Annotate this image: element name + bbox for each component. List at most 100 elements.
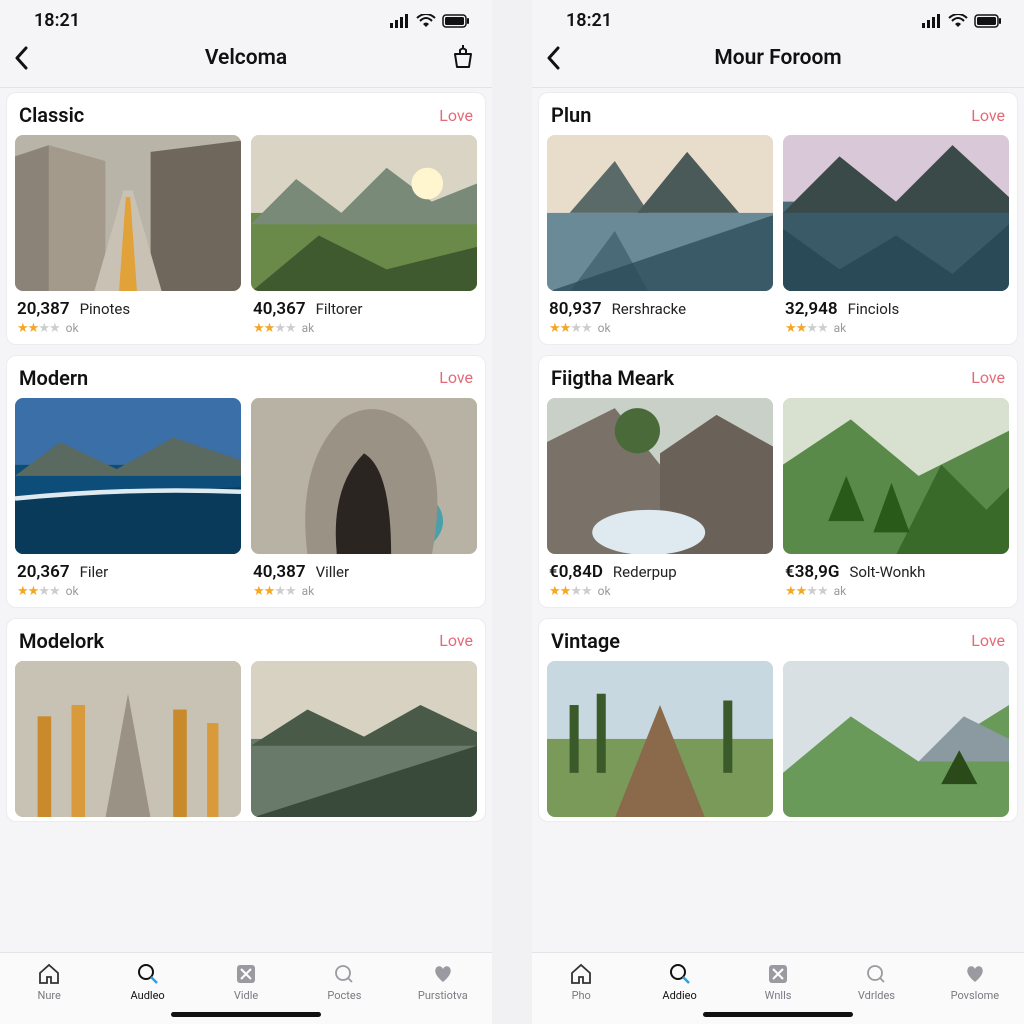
rating-label: ok [598,321,611,335]
tab-home[interactable]: Nure [0,961,98,1002]
tab-label: Poctes [327,989,361,1002]
rating-label: ak [834,584,847,598]
content-scroll[interactable]: Classic Love 20,387 Pinotes ★★★★ [0,88,492,952]
tab-home[interactable]: Pho [532,961,630,1002]
cellular-icon [922,14,942,28]
home-indicator[interactable] [171,1012,321,1017]
status-time: 18:21 [566,10,612,31]
card-value: 20,387 [17,299,70,319]
phone-left: 18:21 Velcoma Classic Love [0,0,492,1024]
tab-favorites[interactable]: Purstiotva [394,961,492,1002]
rating-label: ak [834,321,847,335]
search-icon [135,961,161,987]
card[interactable]: 32,948 Finciols ★★★★ ak [783,135,1009,340]
status-icons [922,14,1002,28]
rating-stars: ★★★★ [549,321,592,336]
section-plun: Plun Love 80,937 Rershracke ★★★★ [538,92,1018,345]
circle-search-icon [331,961,357,987]
card[interactable] [15,661,241,817]
tab-search[interactable]: Addieo [630,961,728,1002]
status-icons [390,14,470,28]
battery-icon [974,14,1002,28]
section-classic: Classic Love 20,387 Pinotes ★★★★ [6,92,486,345]
status-bar: 18:21 [532,0,1024,37]
card-name: Finciols [848,300,900,318]
card-name: Solt-Wonkh [849,563,925,581]
section-link[interactable]: Love [439,368,473,387]
status-time: 18:21 [34,10,80,31]
rating-label: ok [66,584,79,598]
thumbnail [547,398,773,554]
home-icon [36,961,62,987]
rating-label: ak [302,584,315,598]
thumbnail [547,661,773,817]
section-title: Modern [19,366,88,390]
tab-label: Addieo [662,989,696,1002]
tab-grid[interactable]: Vidle [197,961,295,1002]
thumbnail [15,398,241,554]
tab-label: Nure [38,989,61,1002]
section-link[interactable]: Love [439,631,473,650]
thumbnail [15,135,241,291]
thumbnail [783,661,1009,817]
home-indicator-area [0,1004,492,1024]
tab-favorites[interactable]: Povslome [926,961,1024,1002]
wifi-icon [948,14,968,28]
content-scroll[interactable]: Plun Love 80,937 Rershracke ★★★★ [532,88,1024,952]
home-indicator[interactable] [703,1012,853,1017]
section-link[interactable]: Love [971,368,1005,387]
card-name: Pinotes [80,300,131,318]
tab-bar: Pho Addieo Wnlls Vdrldes Povslome [532,952,1024,1004]
card-name: Rershracke [612,300,687,318]
status-bar: 18:21 [0,0,492,37]
nav-bar: Velcoma [0,37,492,88]
card-name: Filer [80,563,109,581]
battery-icon [442,14,470,28]
grid-icon [765,961,791,987]
rating-label: ok [598,584,611,598]
heart-icon [430,961,456,987]
nav-action-placeholder [980,43,1010,73]
section-title: Modelork [19,629,104,653]
card[interactable]: 20,367 Filer ★★★★ ok [15,398,241,603]
section-link[interactable]: Love [971,631,1005,650]
card[interactable]: €38,9G Solt-Wonkh ★★★★ ak [783,398,1009,603]
card[interactable]: 20,387 Pinotes ★★★★ ok [15,135,241,340]
card[interactable] [783,661,1009,817]
rating-stars: ★★★★ [785,321,828,336]
nav-title: Velcoma [0,46,492,70]
section-title: Vintage [551,629,620,653]
card[interactable]: 40,387 Viller ★★★★ ak [251,398,477,603]
tab-bar: Nure Audleo Vidle Poctes Purstiotva [0,952,492,1004]
cellular-icon [390,14,410,28]
basket-button[interactable] [448,43,478,73]
back-button[interactable] [14,44,42,72]
back-button[interactable] [546,44,574,72]
section-link[interactable]: Love [439,106,473,125]
card[interactable]: 40,367 Filtorer ★★★★ ak [251,135,477,340]
rating-stars: ★★★★ [785,584,828,599]
tab-search[interactable]: Audleo [98,961,196,1002]
home-icon [568,961,594,987]
search-icon [667,961,693,987]
tab-discover[interactable]: Poctes [295,961,393,1002]
thumbnail [783,135,1009,291]
card[interactable] [547,661,773,817]
card-name: Filtorer [316,300,363,318]
rating-stars: ★★★★ [17,321,60,336]
card-value: 80,937 [549,299,602,319]
tab-discover[interactable]: Vdrldes [827,961,925,1002]
card[interactable]: €0,84D Rederpup ★★★★ ok [547,398,773,603]
nav-bar: Mour Foroom [532,37,1024,88]
tab-grid[interactable]: Wnlls [729,961,827,1002]
tab-label: Wnlls [765,989,792,1002]
home-indicator-area [532,1004,1024,1024]
section-link[interactable]: Love [971,106,1005,125]
rating-label: ok [66,321,79,335]
tab-label: Audleo [131,989,165,1002]
nav-title: Mour Foroom [532,46,1024,70]
section-title: Plun [551,103,591,127]
rating-stars: ★★★★ [253,321,296,336]
card[interactable] [251,661,477,817]
card[interactable]: 80,937 Rershracke ★★★★ ok [547,135,773,340]
